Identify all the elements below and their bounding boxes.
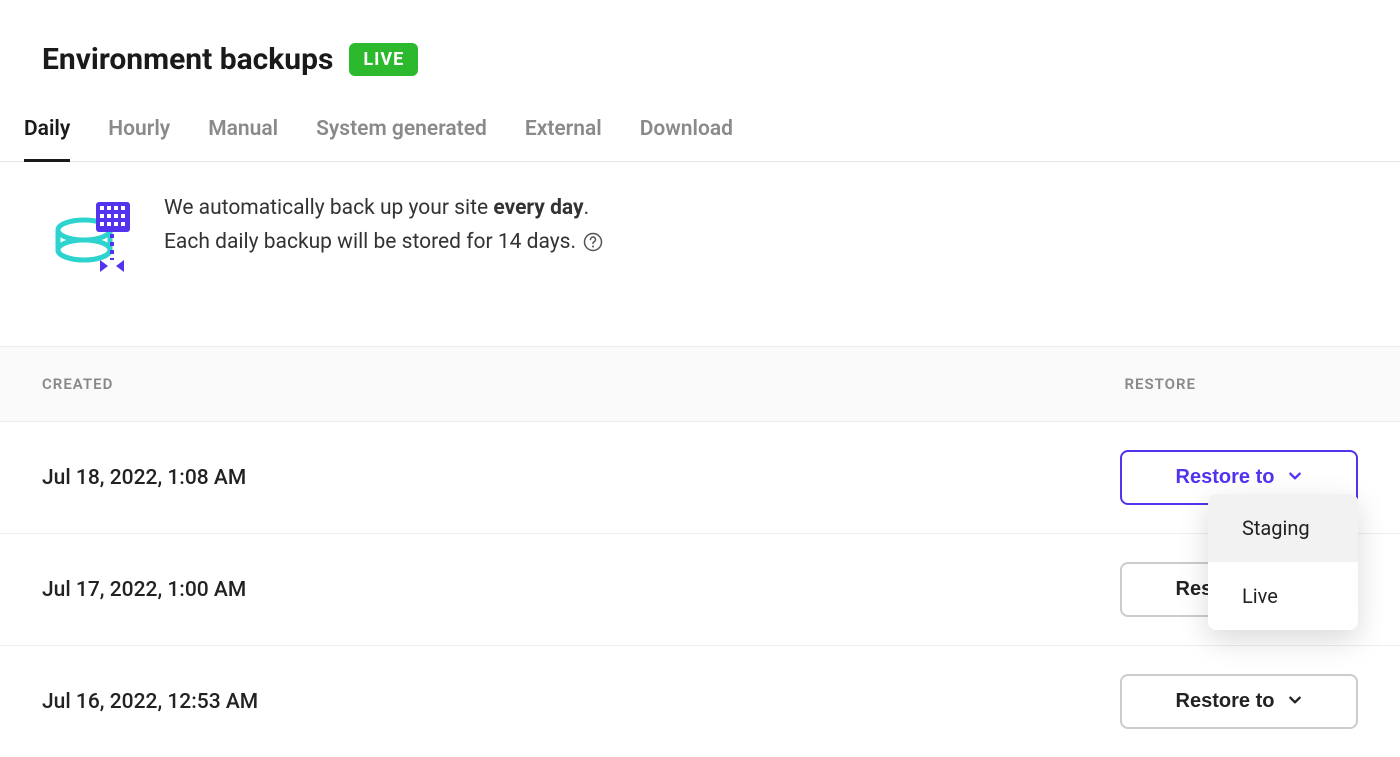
help-icon[interactable] [583,232,603,252]
table-row: Jul 18, 2022, 1:08 AM Restore to Staging… [0,422,1400,534]
tab-download[interactable]: Download [640,117,733,161]
info-banner: We automatically back up your site every… [0,162,1400,276]
tabs-bar: Daily Hourly Manual System generated Ext… [0,77,1400,162]
backup-created-date: Jul 18, 2022, 1:08 AM [42,466,246,490]
table-row: Jul 17, 2022, 1:00 AM Restore to [0,534,1400,646]
info-line1-prefix: We automatically back up your site [164,196,493,220]
tab-daily[interactable]: Daily [24,117,70,162]
environment-badge: LIVE [349,43,418,76]
restore-to-dropdown: Staging Live [1208,494,1358,630]
tab-external[interactable]: External [525,117,602,161]
restore-to-label: Restore to [1176,466,1275,489]
page-title: Environment backups [42,42,333,77]
tab-manual[interactable]: Manual [208,117,278,161]
restore-to-label: Restore to [1176,690,1275,713]
dropdown-option-staging[interactable]: Staging [1208,494,1358,562]
info-line2: Each daily backup will be stored for 14 … [164,230,576,254]
tab-system-generated[interactable]: System generated [316,117,487,161]
backup-database-icon [52,192,136,276]
table-row: Jul 16, 2022, 12:53 AM Restore to [0,646,1400,757]
backup-created-date: Jul 16, 2022, 12:53 AM [42,690,258,714]
restore-to-button[interactable]: Restore to [1120,674,1358,729]
page-header: Environment backups LIVE [0,0,1400,77]
column-header-created: CREATED [42,375,113,393]
info-text: We automatically back up your site every… [164,192,603,259]
tab-hourly[interactable]: Hourly [108,117,170,161]
backup-created-date: Jul 17, 2022, 1:00 AM [42,578,246,602]
dropdown-option-live[interactable]: Live [1208,562,1358,630]
info-line1-bold: every day [493,196,583,220]
chevron-down-icon [1288,466,1302,489]
chevron-down-icon [1288,690,1302,713]
table-header: CREATED RESTORE [0,346,1400,422]
column-header-restore: RESTORE [1125,375,1347,393]
info-line1-suffix: . [584,196,590,220]
